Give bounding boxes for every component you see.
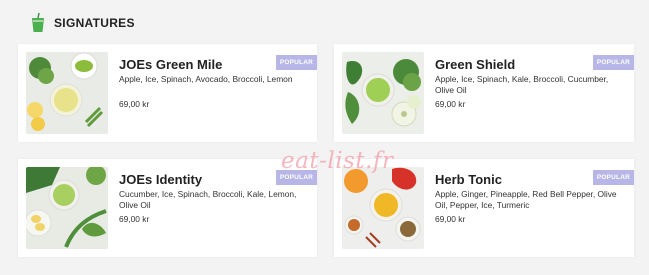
product-price: 69,00 kr [119, 99, 150, 109]
product-price: 69,00 kr [435, 99, 466, 109]
product-price: 69,00 kr [119, 214, 150, 224]
product-image [342, 52, 424, 134]
product-name[interactable]: JOEs Identity [119, 172, 202, 187]
product-ingredients: Apple, Ice, Spinach, Kale, Broccoli, Cuc… [435, 74, 609, 95]
product-name[interactable]: JOEs Green Mile [119, 57, 222, 72]
watermark: eat-list.fr [281, 148, 394, 174]
product-image [342, 167, 424, 249]
popular-badge: POPULAR [592, 170, 634, 185]
product-ingredients: Apple, Ginger, Pineapple, Red Bell Peppe… [435, 189, 617, 210]
popular-badge: POPULAR [592, 55, 634, 70]
popular-badge: POPULAR [275, 55, 317, 70]
product-card[interactable]: Green Shield Apple, Ice, Spinach, Kale, … [334, 44, 634, 142]
product-name[interactable]: Herb Tonic [435, 172, 502, 187]
smoothie-cup-icon [32, 13, 44, 32]
product-image [26, 52, 108, 134]
product-price: 69,00 kr [435, 214, 466, 224]
product-ingredients: Cucumber, Ice, Spinach, Broccoli, Kale, … [119, 189, 297, 210]
section-title: SIGNATURES [54, 16, 135, 30]
product-ingredients: Apple, Ice, Spinach, Avocado, Broccoli, … [119, 74, 293, 84]
product-name[interactable]: Green Shield [435, 57, 515, 72]
product-image [26, 167, 108, 249]
product-card[interactable]: JOEs Green Mile Apple, Ice, Spinach, Avo… [18, 44, 317, 142]
section-header: SIGNATURES [30, 12, 135, 34]
product-card[interactable]: JOEs Identity Cucumber, Ice, Spinach, Br… [18, 159, 317, 257]
